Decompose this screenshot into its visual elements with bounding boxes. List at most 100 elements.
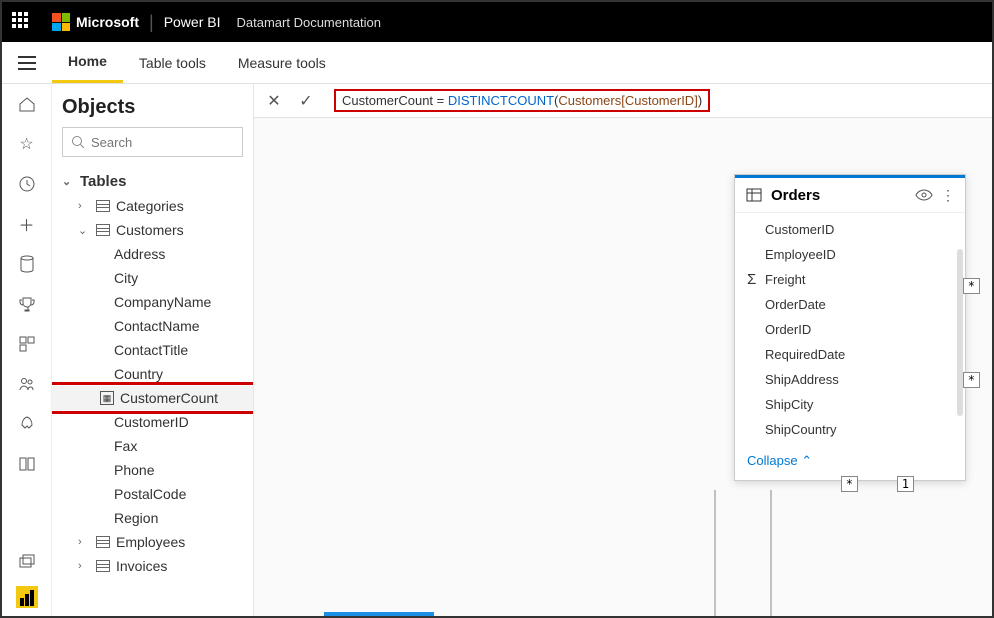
sigma-icon: Σ [747,271,756,288]
card-field-list: CustomerID EmployeeID Σ Freight OrderDateOrd… [735,213,965,446]
tables-group[interactable]: ⌄ Tables [52,169,253,194]
column-node[interactable]: ContactTitle [52,338,253,362]
nav-rail: ☆ ＋ [2,84,52,616]
column-name: CustomerCount [120,390,218,406]
rail-people-icon[interactable] [15,372,39,396]
table-icon [96,200,110,212]
rail-database-icon[interactable] [15,252,39,276]
chevron-right-icon: › [78,560,90,572]
column-name: ContactTitle [114,342,188,358]
field-row[interactable]: ShipCountry [735,417,965,442]
measure-node[interactable]: ▦ CustomerCount [52,386,253,410]
objects-title: Objects [52,84,253,127]
rail-apps-icon[interactable] [15,332,39,356]
column-node[interactable]: Fax [52,434,253,458]
formula-reference: Customers[CustomerID] [558,93,697,108]
table-icon [96,224,110,236]
rail-plus-icon[interactable]: ＋ [15,212,39,236]
search-input[interactable] [91,135,267,150]
field-row[interactable]: EmployeeID [735,242,965,267]
column-name: Address [114,246,165,262]
microsoft-logo-icon [52,13,70,31]
column-node[interactable]: CustomerID [52,410,253,434]
tab-table-tools[interactable]: Table tools [123,42,222,83]
visibility-icon[interactable] [915,189,933,201]
rail-home-icon[interactable] [15,92,39,116]
orders-table-card[interactable]: Orders ⋮ CustomerID EmployeeID Σ Freight Ord… [734,174,966,481]
column-name: Fax [114,438,137,454]
column-node[interactable]: City [52,266,253,290]
app-launcher-icon[interactable] [12,12,32,32]
ribbon-tabs: Home Table tools Measure tools [2,42,992,84]
chevron-right-icon: › [78,536,90,548]
formula-cancel-button[interactable]: ✕ [262,89,286,113]
card-header: Orders ⋮ [735,178,965,213]
column-name: CompanyName [114,294,211,310]
rail-book-icon[interactable] [15,452,39,476]
column-node[interactable]: Address [52,242,253,266]
column-name: Region [114,510,158,526]
table-name: Customers [116,222,184,238]
table-node[interactable]: › Invoices [52,554,253,578]
column-node[interactable]: Country [52,362,253,386]
tab-measure-tools[interactable]: Measure tools [222,42,342,83]
column-name: Phone [114,462,154,478]
field-row[interactable]: ShipAddress [735,367,965,392]
field-name: RequiredDate [765,347,845,362]
objects-tree: ⌄ Tables ›Categories ⌄ Customers Address Cit… [52,163,253,616]
chevron-down-icon: ⌄ [62,175,74,188]
formula-measure-name: CustomerCount [342,93,433,108]
column-node[interactable]: Region [52,506,253,530]
tab-home[interactable]: Home [52,42,123,83]
rail-trophy-icon[interactable] [15,292,39,316]
objects-search[interactable] [62,127,243,157]
field-row[interactable]: OrderDate [735,292,965,317]
rail-rocket-icon[interactable] [15,412,39,436]
table-node[interactable]: › Employees [52,530,253,554]
field-row[interactable]: RequiredDate [735,342,965,367]
column-node[interactable]: CompanyName [52,290,253,314]
field-row[interactable]: OrderID [735,317,965,342]
column-node[interactable]: PostalCode [52,482,253,506]
nav-toggle-button[interactable] [2,56,52,70]
collapse-link[interactable]: Collapse ⌃ [747,453,812,468]
measure-icon: ▦ [100,391,114,405]
column-name: Country [114,366,163,382]
chevron-right-icon: › [78,200,90,212]
column-node[interactable]: Phone [52,458,253,482]
app-header: Microsoft | Power BI Datamart Documentat… [2,2,992,42]
hamburger-icon [18,56,36,70]
relationship-lines [830,476,980,616]
column-name: ContactName [114,318,200,334]
field-row[interactable]: ShipCity [735,392,965,417]
column-node[interactable]: ContactName [52,314,253,338]
rail-layers-icon[interactable] [15,550,39,574]
table-node[interactable]: ⌄ Customers [52,218,253,242]
field-row[interactable]: Σ Freight [735,267,965,292]
rail-clock-icon[interactable] [15,172,39,196]
table-name: Invoices [116,558,167,574]
formula-commit-button[interactable]: ✓ [294,89,318,113]
field-name: EmployeeID [765,247,836,262]
document-title: Datamart Documentation [237,15,382,30]
formula-input[interactable]: CustomerCount = DISTINCTCOUNT(Customers[… [326,88,992,114]
table-name: Employees [116,534,185,550]
more-options-icon[interactable]: ⋮ [941,187,955,204]
field-row[interactable]: CustomerID [735,217,965,242]
card-scrollbar[interactable] [957,249,963,416]
column-name: City [114,270,138,286]
field-name: ShipCountry [765,422,837,437]
powerbi-logo-icon[interactable] [16,586,38,608]
field-name: Freight [765,272,805,287]
table-icon [96,536,110,548]
main-area: Objects ⌄ Tables ›Categories ⌄ Customers Ad… [52,84,992,616]
canvas-scroll-indicator[interactable] [324,612,434,616]
objects-panel: Objects ⌄ Tables ›Categories ⌄ Customers Ad… [52,84,254,616]
canvas[interactable]: ✕ ✓ CustomerCount = DISTINCTCOUNT(Custom… [254,84,992,616]
field-name: ShipCity [765,397,813,412]
chevron-down-icon: ⌄ [78,224,90,237]
table-node[interactable]: ›Categories [52,194,253,218]
table-icon [745,186,763,204]
search-icon [71,135,85,149]
rail-star-icon[interactable]: ☆ [15,132,39,156]
